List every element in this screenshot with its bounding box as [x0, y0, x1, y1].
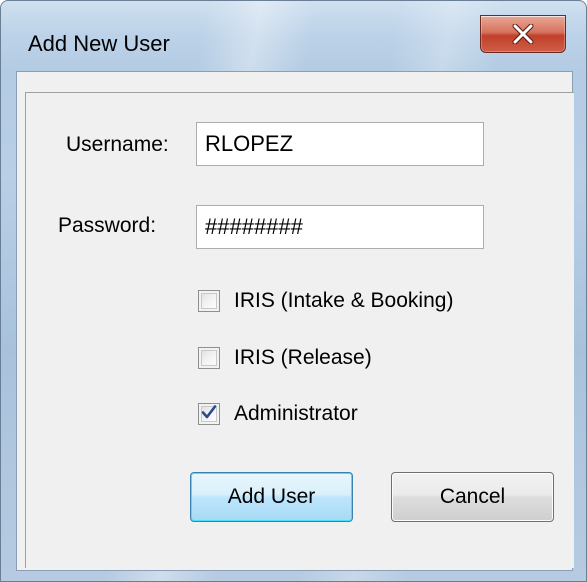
- checkbox-label: Administrator: [234, 402, 358, 425]
- checkbox-box[interactable]: [198, 403, 220, 425]
- checkmark-icon: [201, 404, 217, 425]
- password-label: Password:: [58, 214, 157, 237]
- cancel-button[interactable]: Cancel: [391, 472, 554, 522]
- checkbox-label: IRIS (Intake & Booking): [234, 289, 454, 312]
- dialog-window: Add New User Username: Password: IRIS (I…: [0, 0, 587, 582]
- window-title: Add New User: [28, 31, 170, 56]
- checkbox-box[interactable]: [198, 290, 220, 312]
- checkbox-label: IRIS (Release): [234, 346, 372, 369]
- add-user-button[interactable]: Add User: [190, 472, 353, 522]
- checkbox-iris-release[interactable]: IRIS (Release): [198, 346, 372, 370]
- username-field[interactable]: [196, 122, 484, 166]
- checkbox-iris-intake-booking[interactable]: IRIS (Intake & Booking): [198, 289, 453, 313]
- dialog-client-area: Username: Password: IRIS (Intake & Booki…: [16, 71, 574, 571]
- password-field[interactable]: [196, 205, 484, 249]
- close-button[interactable]: [480, 15, 566, 53]
- checkbox-box[interactable]: [198, 347, 220, 369]
- checkbox-administrator[interactable]: Administrator: [198, 402, 358, 426]
- close-icon: [512, 24, 534, 44]
- username-label: Username:: [66, 133, 169, 156]
- form-panel: Username: Password: IRIS (Intake & Booki…: [25, 92, 574, 568]
